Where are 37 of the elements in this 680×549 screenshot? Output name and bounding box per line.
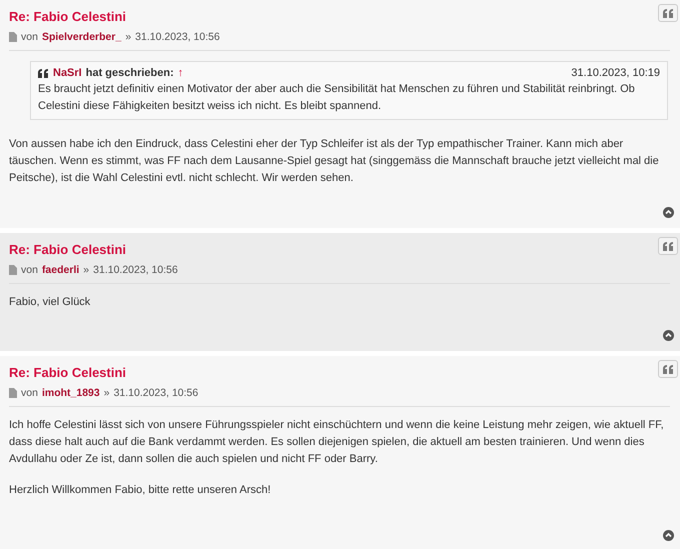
back-to-top-button[interactable] [663, 330, 674, 341]
post-title[interactable]: Re: Fabio Celestini [9, 242, 126, 257]
jump-link[interactable]: ↑ [178, 67, 184, 79]
post-date: 31.10.2023, 10:56 [93, 264, 178, 276]
post-date: 31.10.2023, 10:56 [135, 31, 220, 43]
quote-button[interactable] [658, 237, 678, 255]
author-link[interactable]: imoht_1893 [42, 387, 100, 399]
separator: » [125, 31, 132, 43]
separator: » [104, 387, 110, 399]
quote-label: hat geschrieben: [86, 67, 174, 79]
author-link[interactable]: Spielverderber_ [42, 31, 122, 43]
quote-icon [38, 68, 49, 78]
author-link[interactable]: faederli [42, 264, 80, 276]
quote-author-link[interactable]: NaSrI [53, 67, 82, 79]
post-date: 31.10.2023, 10:56 [114, 387, 198, 399]
quote-button[interactable] [658, 4, 678, 22]
post-text: Ich hoffe Celestini lässt sich von unsere Führungsspieler nicht einschüchtern und wenn die keine Leistung mehr zeigen, wie aktuell FF, dass diese halt auch auf die Bank verdammt werden. Es sollen diejenigen spielen, die aktuell am besten trainieren. Und wenn dies Avdullahu oder Ze ist, dann sollen die auch spielen und nicht FF oder Barry. [9, 418, 665, 467]
post-text: Fabio, viel Glück [9, 295, 92, 310]
by-label: von [21, 31, 38, 43]
document-icon [9, 32, 17, 42]
post-text: Herzlich Willkommen Fabio, bitte rette unseren Arsch! [9, 483, 272, 498]
quote-icon [662, 8, 674, 18]
post-title[interactable]: Re: Fabio Celestini [9, 9, 126, 24]
by-label: von [21, 387, 38, 399]
separator: » [83, 264, 90, 276]
quote-icon [662, 364, 674, 374]
quote-icon [662, 242, 674, 250]
post-text: Von aussen habe ich den Eindruck, dass Celestini eher der Typ Schleifer ist als der Typ empathischer Trainer. Kann mich aber täuschen. Wenn es stimmt, was FF nach dem Lausanne-Spiel gesagt hat (singgemäss die Mannschaft brauche jetzt vielleicht mal die Peitsche), ist die Wahl Celestini evtl. nicht schlecht. Wir werden sehen. [9, 137, 660, 186]
back-to-top-button[interactable] [663, 207, 674, 218]
quote-text: Es braucht jetzt definitiv einen Motivator der aber auch die Sensibilität hat Menschen zu führen und Stabilität reinbringt. Ob Celestini diese Fähigkeiten besitzt weiss ich nicht. Es bleibt spannend. [38, 82, 636, 114]
document-icon [9, 388, 17, 398]
back-to-top-button[interactable] [663, 530, 674, 541]
quote-button[interactable] [658, 360, 678, 378]
quote-date: 31.10.2023, 10:19 [571, 67, 660, 79]
by-label: von [21, 264, 38, 276]
post-title[interactable]: Re: Fabio Celestini [9, 365, 126, 380]
document-icon [9, 265, 17, 275]
